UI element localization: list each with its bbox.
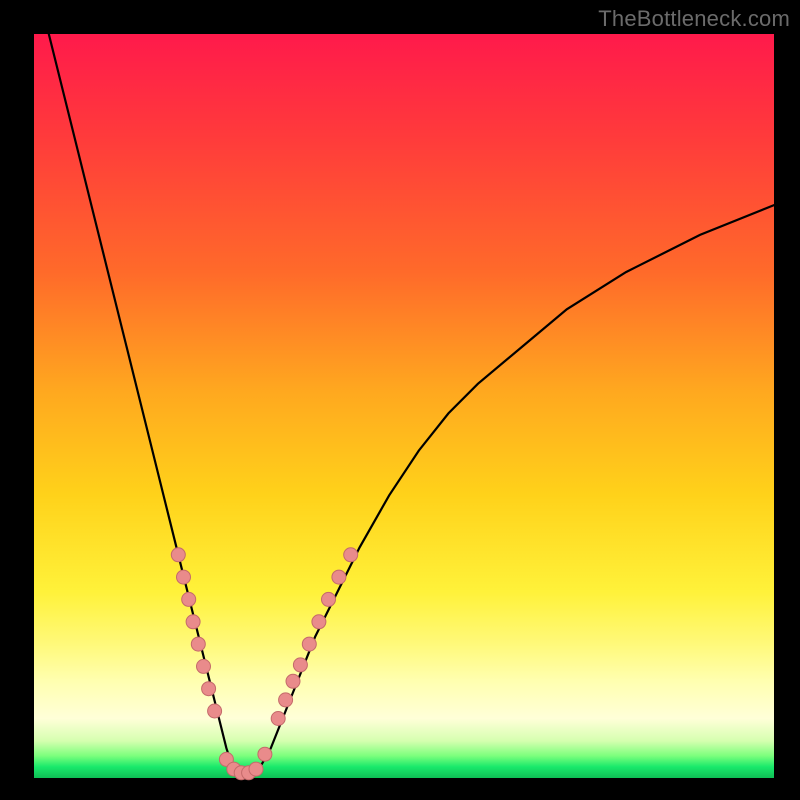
dot bbox=[182, 592, 196, 606]
dot bbox=[249, 762, 263, 776]
plot-area bbox=[34, 34, 774, 778]
dot bbox=[293, 658, 307, 672]
dot bbox=[202, 682, 216, 696]
dot bbox=[208, 704, 222, 718]
dot bbox=[186, 615, 200, 629]
dot bbox=[279, 693, 293, 707]
dot bbox=[271, 712, 285, 726]
dot bbox=[322, 592, 336, 606]
dot bbox=[286, 674, 300, 688]
curve-svg bbox=[34, 34, 774, 778]
dot bbox=[197, 659, 211, 673]
dot bbox=[344, 548, 358, 562]
dot bbox=[171, 548, 185, 562]
dot bbox=[258, 747, 272, 761]
chart-frame: TheBottleneck.com bbox=[0, 0, 800, 800]
watermark-label: TheBottleneck.com bbox=[598, 6, 790, 32]
dot bbox=[302, 637, 316, 651]
dot bbox=[312, 615, 326, 629]
highlight-dots bbox=[171, 548, 357, 780]
dot bbox=[332, 570, 346, 584]
bottleneck-curve bbox=[49, 34, 774, 778]
dot bbox=[191, 637, 205, 651]
dot bbox=[177, 570, 191, 584]
